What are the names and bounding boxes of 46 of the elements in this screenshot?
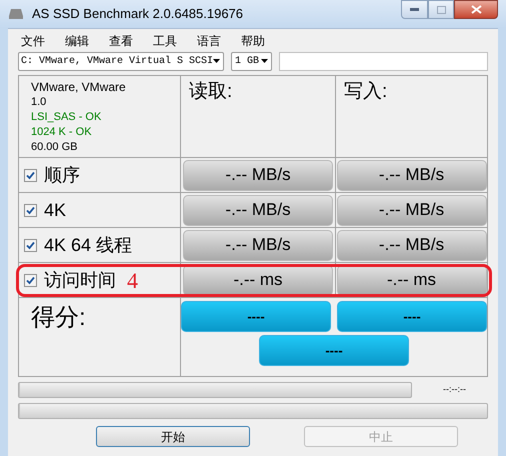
- checkbox[interactable]: [24, 274, 37, 286]
- test-label: 顺序: [44, 164, 80, 186]
- drive-select[interactable]: C: VMware, VMware Virtual S SCSI: [18, 52, 224, 70]
- score-display: ----: [181, 301, 331, 332]
- dropdown-arrow-icon: [261, 59, 268, 63]
- device-info-line: LSI_SAS - OK: [31, 110, 102, 125]
- test-label: 4K 64 线程: [44, 234, 132, 256]
- menu-item[interactable]: 编辑: [65, 32, 89, 50]
- result-display: -.-- MB/s: [183, 160, 333, 190]
- menu-item[interactable]: 工具: [153, 32, 177, 50]
- minimize-icon: [410, 8, 419, 12]
- action-button[interactable]: 开始: [96, 426, 250, 447]
- test-label: 4K: [44, 198, 66, 222]
- menu-item[interactable]: 帮助: [241, 32, 265, 50]
- device-info-line: 60.00 GB: [31, 140, 78, 155]
- menu-item[interactable]: 查看: [109, 32, 133, 50]
- write-header: 写入:: [344, 81, 388, 102]
- result-display: -.-- MB/s: [336, 230, 486, 260]
- checkbox[interactable]: [24, 168, 37, 182]
- test-label: 访问时间: [44, 268, 116, 292]
- dropdown-arrow-icon: [213, 59, 220, 63]
- menu-item[interactable]: 文件: [21, 32, 45, 50]
- score-display: ----: [259, 335, 409, 366]
- drive-icon: [8, 8, 24, 20]
- close-button[interactable]: [454, 0, 498, 19]
- result-display: -.-- MB/s: [336, 194, 486, 226]
- size-select[interactable]: 1 GB: [231, 52, 272, 70]
- checkbox[interactable]: [24, 204, 37, 216]
- close-icon: [470, 5, 482, 14]
- device-info-line: VMware, VMware: [31, 79, 127, 95]
- score-display: ----: [337, 301, 487, 332]
- result-display: -.-- MB/s: [183, 230, 333, 260]
- score-label: 得分:: [31, 304, 86, 331]
- read-header: 读取:: [189, 81, 232, 102]
- result-display: -.-- MB/s: [183, 194, 333, 226]
- elapsed-time: --:--:--: [443, 383, 466, 396]
- device-info-line: 1024 K - OK: [31, 125, 93, 140]
- window-title: AS SSD Benchmark 2.0.6485.19676: [32, 5, 244, 24]
- result-display: -.-- MB/s: [336, 160, 486, 190]
- checkbox[interactable]: [24, 238, 37, 252]
- maximize-icon: [436, 6, 446, 14]
- minimize-button[interactable]: [401, 0, 428, 19]
- device-info-line: 1.0: [31, 95, 48, 110]
- text-field[interactable]: [279, 52, 488, 70]
- menu-item[interactable]: 语言: [197, 32, 221, 50]
- annotation-number: 4: [127, 266, 138, 294]
